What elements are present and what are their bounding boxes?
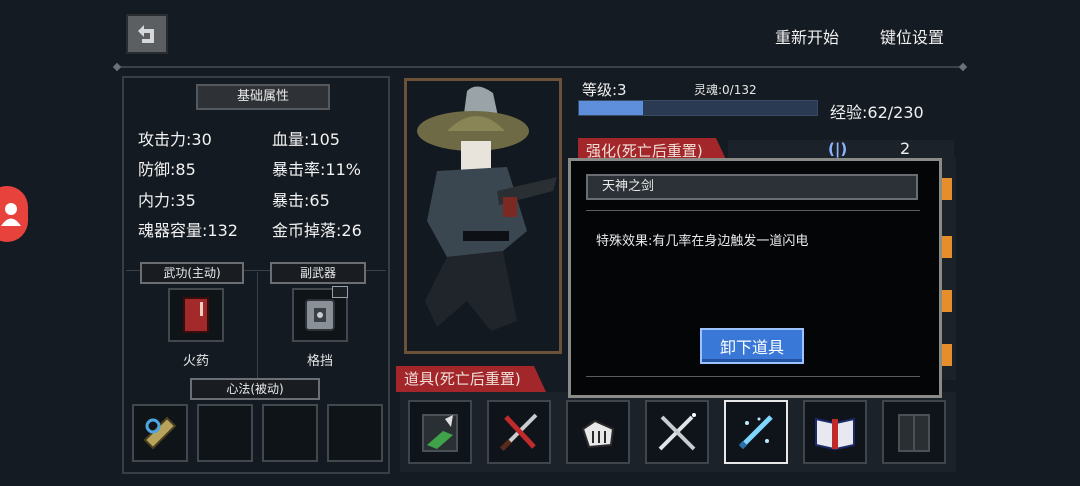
green-feather-book-icon [422,414,458,452]
stat-crit-rate: 暴击率:11% [272,160,361,179]
empty-slot-book-icon [898,414,930,452]
stat-attack: 攻击力:30 [138,130,212,149]
restart-button[interactable]: 重新开始 [775,24,839,48]
crossed-swords-icon [658,413,696,451]
enhance-marker [942,290,952,312]
stat-soul-capacity: 魂器容量:132 [138,221,238,240]
level-text: 等级:3 [582,81,627,99]
passive-slot-1[interactable] [132,404,188,462]
martial-arts-title: 武功(主动) [140,262,244,284]
crossed-blades-icon [500,413,538,451]
divider-end [958,62,968,72]
inventory-slot-4[interactable] [645,400,709,464]
enhance-bracket-icon: (|) [828,140,848,158]
soul-text: 灵魂:0/132 [694,83,757,97]
martial-arts-slot[interactable] [168,288,224,342]
enhance-marker [942,236,952,258]
divider-end [112,62,122,72]
user-icon [1,203,21,226]
items-tab[interactable]: 道具(死亡后重置) [396,366,546,392]
popup-bottom-divider [586,376,920,377]
attributes-title: 基础属性 [196,84,330,110]
swap-icon[interactable] [332,286,348,298]
stat-crit: 暴击:65 [272,191,330,210]
inventory-slot-5[interactable] [724,400,788,464]
enhance-marker [942,178,952,200]
passive-skills-title: 心法(被动) [190,378,320,400]
exp-bar-fill [579,101,644,115]
back-button[interactable] [126,14,168,54]
stat-defense: 防御:85 [138,160,196,179]
enhance-marker [942,344,952,366]
passive-slot-3[interactable] [262,404,318,462]
enhance-count: 2 [900,139,911,158]
popup-divider [586,210,920,211]
inventory-slot-7[interactable] [882,400,946,464]
divine-sword-icon [738,415,773,450]
inventory-slot-6[interactable] [803,400,867,464]
gunpowder-book-icon [183,297,209,333]
inventory-slot-2[interactable] [487,400,551,464]
stat-hp: 血量:105 [272,130,340,149]
swordsman-figure [417,86,557,331]
passive-slot-4[interactable] [327,404,383,462]
back-arrow-icon [138,25,154,43]
exp-bar [578,100,818,116]
bone-skeleton-icon [581,419,615,449]
stat-gold-drop: 金币掉落:26 [272,221,362,240]
scroll-icon [143,416,177,450]
section-divider-vertical [257,272,258,378]
unequip-item-button[interactable]: 卸下道具 [700,328,804,364]
martial-arts-item-label: 火药 [182,354,209,369]
header-divider [118,66,964,68]
sub-weapon-title: 副武器 [270,262,366,284]
sub-weapon-item-label: 格挡 [306,354,333,369]
popup-item-description: 特殊效果:有几率在身边触发一道闪电 [596,234,809,249]
stat-inner-power: 内力:35 [138,191,196,210]
exp-text: 经验:62/230 [830,103,924,122]
floating-user-button[interactable] [0,186,28,242]
popup-item-name: 天神之剑 [586,174,918,200]
shield-block-icon [305,299,335,331]
keybind-settings-button[interactable]: 键位设置 [880,24,944,48]
character-portrait [404,78,562,354]
inventory-slot-1[interactable] [408,400,472,464]
inventory-slot-3[interactable] [566,400,630,464]
passive-slot-2[interactable] [197,404,253,462]
open-book-icon [815,417,855,451]
